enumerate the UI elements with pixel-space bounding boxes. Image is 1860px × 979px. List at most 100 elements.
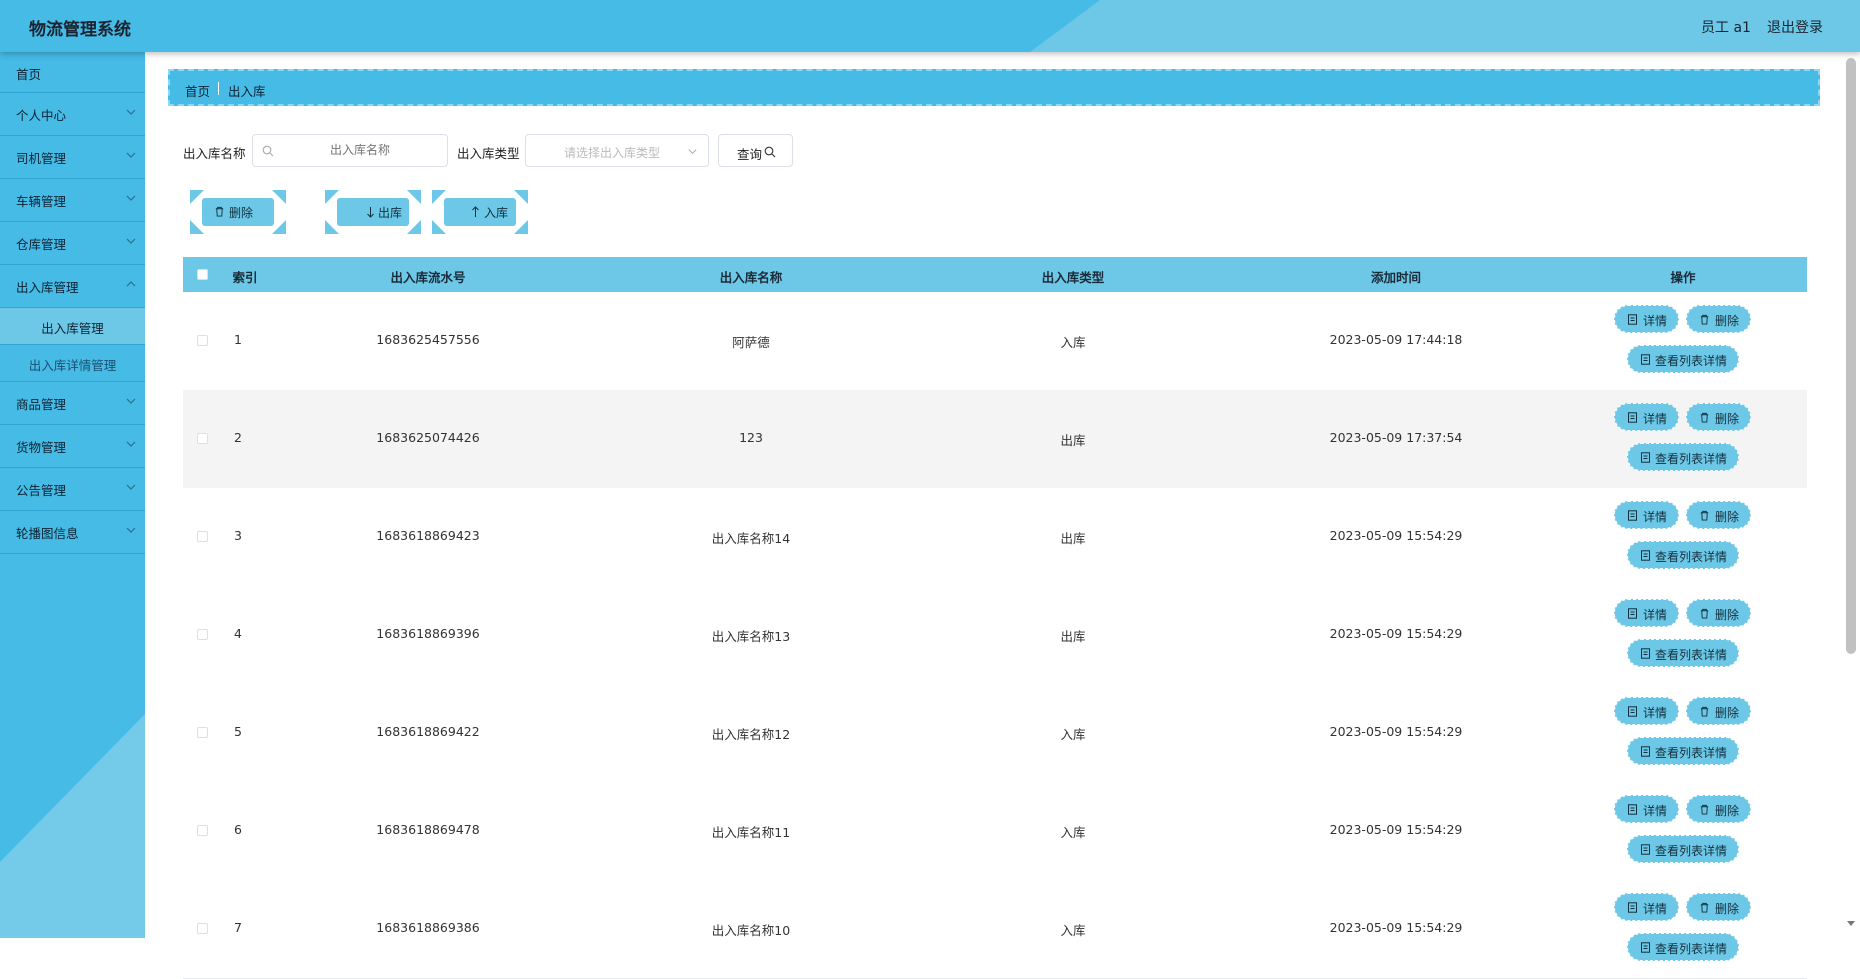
cell-index: 4 (234, 626, 242, 641)
table-row[interactable]: 1 1683625457556 阿萨德 入库 2023-05-09 17:44:18 详情… (183, 292, 1807, 391)
sidebar-item-label: 出入库管理 (16, 280, 79, 295)
delete-button[interactable]: 删除 (1686, 697, 1751, 725)
sidebar-item-label: 司机管理 (16, 151, 67, 166)
detail-button[interactable]: 详情 (1614, 501, 1679, 529)
chevron-down-icon (688, 149, 697, 155)
sidebar-item-notice[interactable]: 公告管理 (0, 468, 145, 511)
row-checkbox[interactable] (197, 923, 208, 934)
cell-serial: 1683618869422 (376, 724, 480, 739)
table-row[interactable]: 2 1683625074426 123 出库 2023-05-09 17:37:54 详情… (183, 390, 1807, 489)
trash-icon (1700, 412, 1709, 423)
detail-button-label: 详情 (1643, 902, 1668, 916)
delete-button[interactable]: 删除 (1686, 795, 1751, 823)
cell-index: 1 (234, 332, 242, 347)
list-detail-button[interactable]: 查看列表详情 (1627, 443, 1739, 471)
inbound-label: 入库 (484, 206, 509, 220)
cell-type: 出库 (1060, 629, 1086, 644)
outbound-button[interactable]: 出库 (325, 190, 421, 234)
select-all-checkbox[interactable] (197, 269, 208, 280)
list-detail-button[interactable]: 查看列表详情 (1627, 835, 1739, 863)
sidebar-item-inout[interactable]: 出入库管理 (0, 265, 145, 308)
logout-link[interactable]: 退出登录 (1767, 17, 1823, 37)
table-row[interactable]: 3 1683618869423 出入库名称14 出库 2023-05-09 15:54:… (183, 488, 1807, 587)
sidebar-item-product[interactable]: 商品管理 (0, 382, 145, 425)
delete-button[interactable]: 删除 (1686, 893, 1751, 921)
inbound-button[interactable]: 入库 (432, 190, 528, 234)
sidebar-item-vehicle[interactable]: 车辆管理 (0, 179, 145, 222)
table-row[interactable]: 4 1683618869396 出入库名称13 出库 2023-05-09 15:54:… (183, 586, 1807, 685)
type-select[interactable]: 请选择出入库类型 (525, 134, 709, 167)
list-detail-button[interactable]: 查看列表详情 (1627, 541, 1739, 569)
cell-type: 入库 (1060, 923, 1086, 938)
row-checkbox[interactable] (197, 433, 208, 444)
table-header: 索引 出入库流水号 出入库名称 出入库类型 添加时间 操作 (183, 257, 1807, 292)
sidebar-item-label: 公告管理 (16, 483, 67, 498)
sidebar-item-label: 车辆管理 (16, 194, 67, 209)
sidebar-item-home[interactable]: 首页 (0, 52, 145, 93)
list-detail-button[interactable]: 查看列表详情 (1627, 737, 1739, 765)
sidebar-item-warehouse[interactable]: 仓库管理 (0, 222, 145, 265)
list-detail-button[interactable]: 查看列表详情 (1627, 639, 1739, 667)
delete-button[interactable]: 删除 (1686, 599, 1751, 627)
list-detail-button[interactable]: 查看列表详情 (1627, 345, 1739, 373)
detail-button[interactable]: 详情 (1614, 697, 1679, 725)
document-icon (1641, 746, 1650, 757)
delete-button-label: 删除 (1715, 608, 1740, 622)
list-detail-button-label: 查看列表详情 (1655, 354, 1728, 368)
chevron-down-icon (126, 441, 136, 447)
row-checkbox[interactable] (197, 629, 208, 640)
table-row[interactable]: 7 1683618869386 出入库名称10 入库 2023-05-09 15:54:… (183, 880, 1807, 979)
cell-type: 入库 (1060, 825, 1086, 840)
row-checkbox[interactable] (197, 531, 208, 542)
batch-delete-button[interactable]: 删除 (190, 190, 286, 234)
trash-icon (1700, 706, 1709, 717)
current-user: 员工 a1 (1701, 20, 1751, 36)
detail-button[interactable]: 详情 (1614, 305, 1679, 333)
name-search-input[interactable] (252, 134, 448, 167)
cell-name: 出入库名称14 (711, 531, 791, 546)
query-button[interactable]: 查询 (718, 134, 793, 167)
detail-button[interactable]: 详情 (1614, 599, 1679, 627)
delete-button[interactable]: 删除 (1686, 305, 1751, 333)
scrollbar-thumb[interactable] (1846, 58, 1856, 654)
sidebar-subitem-inout-management[interactable]: 出入库管理 (0, 308, 145, 345)
search-icon (764, 146, 776, 158)
row-checkbox[interactable] (197, 825, 208, 836)
table-row[interactable]: 6 1683618869478 出入库名称11 入库 2023-05-09 15:54:… (183, 782, 1807, 881)
row-checkbox[interactable] (197, 335, 208, 346)
table-row[interactable]: 5 1683618869422 出入库名称12 入库 2023-05-09 15:54:… (183, 684, 1807, 783)
name-search-field[interactable] (283, 142, 437, 158)
cell-serial: 1683618869423 (376, 528, 480, 543)
sidebar-item-personal-center[interactable]: 个人中心 (0, 93, 145, 136)
delete-button[interactable]: 删除 (1686, 501, 1751, 529)
document-icon (1628, 608, 1637, 619)
chevron-down-icon (126, 398, 136, 404)
row-checkbox[interactable] (197, 727, 208, 738)
delete-button[interactable]: 删除 (1686, 403, 1751, 431)
detail-button[interactable]: 详情 (1614, 403, 1679, 431)
scroll-down-icon[interactable] (1846, 920, 1856, 928)
detail-button[interactable]: 详情 (1614, 795, 1679, 823)
detail-button[interactable]: 详情 (1614, 893, 1679, 921)
sidebar-item-label: 轮播图信息 (16, 526, 79, 541)
list-detail-button[interactable]: 查看列表详情 (1627, 933, 1739, 961)
document-icon (1641, 354, 1650, 365)
sidebar-subitem-inout-detail[interactable]: 出入库详情管理 (0, 345, 145, 382)
sidebar-item-label: 仓库管理 (16, 237, 67, 252)
sidebar-item-goods[interactable]: 货物管理 (0, 425, 145, 468)
cell-serial: 1683625457556 (376, 332, 480, 347)
cell-index: 3 (234, 528, 242, 543)
detail-button-label: 详情 (1643, 608, 1668, 622)
chevron-down-icon (126, 152, 136, 158)
sidebar-item-label: 首页 (16, 67, 42, 82)
breadcrumb-home[interactable]: 首页 (185, 81, 210, 100)
document-icon (1641, 550, 1650, 561)
list-detail-button-label: 查看列表详情 (1655, 942, 1728, 956)
sidebar-item-carousel[interactable]: 轮播图信息 (0, 511, 145, 554)
breadcrumb: 首页 出入库 (168, 69, 1820, 106)
type-select-placeholder: 请选择出入库类型 (564, 146, 661, 160)
sidebar: 首页 个人中心 司机管理 车辆管理 仓库管理 出入库管理 出入库管理 出入库详情… (0, 52, 145, 938)
cell-time: 2023-05-09 17:44:18 (1329, 332, 1463, 347)
delete-button-label: 删除 (1715, 706, 1740, 720)
sidebar-item-driver[interactable]: 司机管理 (0, 136, 145, 179)
